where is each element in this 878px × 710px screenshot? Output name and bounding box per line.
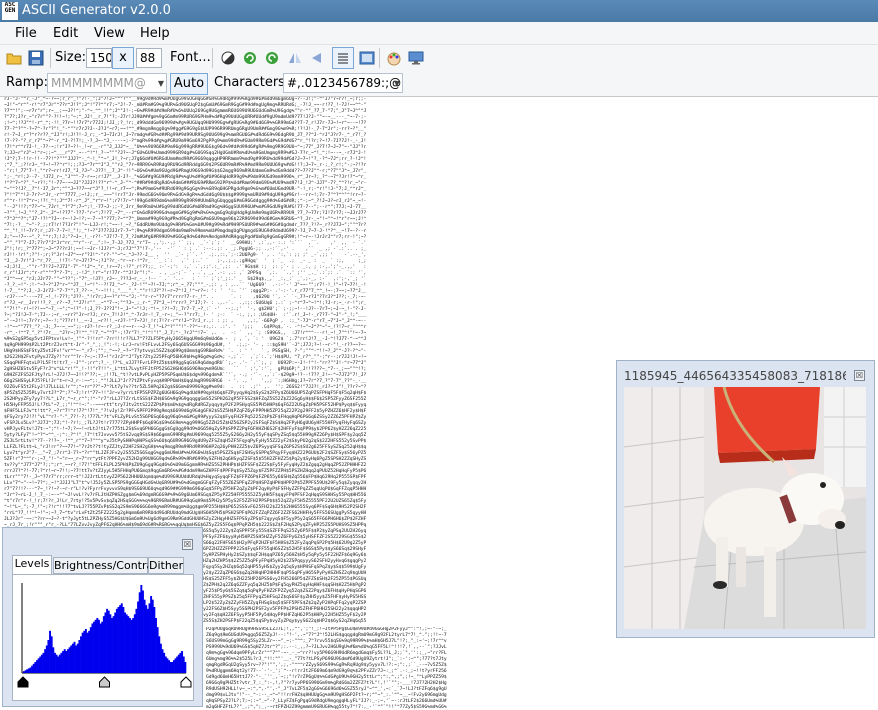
source-photo [624, 387, 866, 629]
menu-view[interactable]: View [94, 26, 125, 41]
menu-bar: File Edit View Help [0, 22, 878, 45]
rotate-ccw-icon[interactable] [261, 47, 283, 69]
menu-edit[interactable]: Edit [53, 26, 78, 41]
ramp-toolbar: Ramp: MMMMMMMM@ ▼ Auto Characters: #,.01… [0, 71, 878, 97]
source-image-window[interactable]: 1185945_446564335458083_7181863... ☒ [616, 360, 875, 638]
toolbar-separator [212, 48, 213, 68]
tab-brightness-contrast[interactable]: Brightness/Contrast [53, 557, 163, 574]
flip-horizontal-icon[interactable] [284, 47, 306, 69]
close-icon[interactable]: ☒ [854, 370, 865, 381]
text-align-icon[interactable] [332, 47, 354, 69]
ramp-label: Ramp: [6, 75, 49, 90]
image-window-title: 1185945_446564335458083_7181863... [624, 369, 846, 383]
flip-vertical-icon[interactable] [306, 47, 328, 69]
contrast-icon[interactable] [217, 47, 239, 69]
tab-dither[interactable]: Dither [148, 557, 184, 574]
tab-levels[interactable]: Levels [12, 555, 52, 575]
size-label: Size: [55, 50, 87, 65]
lock-ratio-button[interactable]: x [112, 47, 134, 69]
font-button[interactable]: Font... [170, 50, 211, 65]
width-input[interactable]: 150 [86, 48, 112, 68]
title-bar: ASC GEN ASCII Generator v2.0.0 [0, 0, 878, 22]
white-point-slider[interactable] [180, 676, 192, 688]
save-icon[interactable] [25, 47, 47, 69]
toolbar-separator [379, 48, 380, 68]
app-logo-icon: ASC GEN [2, 2, 18, 20]
characters-label: Characters: [214, 75, 290, 90]
menu-file[interactable]: File [15, 26, 37, 41]
levels-panel [12, 574, 194, 701]
levels-window[interactable]: ☒ Levels Brightness/Contrast Dither [2, 527, 203, 707]
gray-point-slider[interactable] [99, 676, 110, 688]
height-input[interactable]: 88 [136, 48, 162, 68]
ramp-value: MMMMMMMM@ [51, 76, 146, 90]
window-title: ASCII Generator v2.0.0 [22, 3, 171, 18]
ascii-art-text-lower: P2qPUUg6qRU9RUg99HSS95LLZJ7L;!,,^",';"!_… [206, 627, 447, 710]
monitor-icon[interactable] [405, 47, 427, 69]
histogram-bar [184, 662, 187, 673]
characters-dropdown[interactable]: #,.0123456789:;@ ▼ [283, 73, 403, 93]
auto-button[interactable]: Auto [170, 73, 208, 95]
chevron-down-icon: ▼ [157, 79, 164, 88]
characters-value: #,.0123456789:;@ [287, 76, 402, 90]
open-folder-icon[interactable] [3, 47, 25, 69]
close-icon[interactable]: ☒ [182, 539, 193, 550]
menu-help[interactable]: Help [140, 26, 170, 41]
color-palette-icon[interactable] [383, 47, 405, 69]
image-view-icon[interactable] [356, 47, 378, 69]
chevron-down-icon: ▼ [393, 79, 400, 88]
ramp-dropdown[interactable]: MMMMMMMM@ ▼ [47, 73, 167, 93]
rotate-cw-icon[interactable] [239, 47, 261, 69]
histogram-chart [17, 583, 192, 688]
toolbar-separator [50, 48, 51, 68]
black-point-slider[interactable] [17, 676, 29, 688]
main-toolbar: Size: 150 x 88 Font... [0, 45, 878, 71]
